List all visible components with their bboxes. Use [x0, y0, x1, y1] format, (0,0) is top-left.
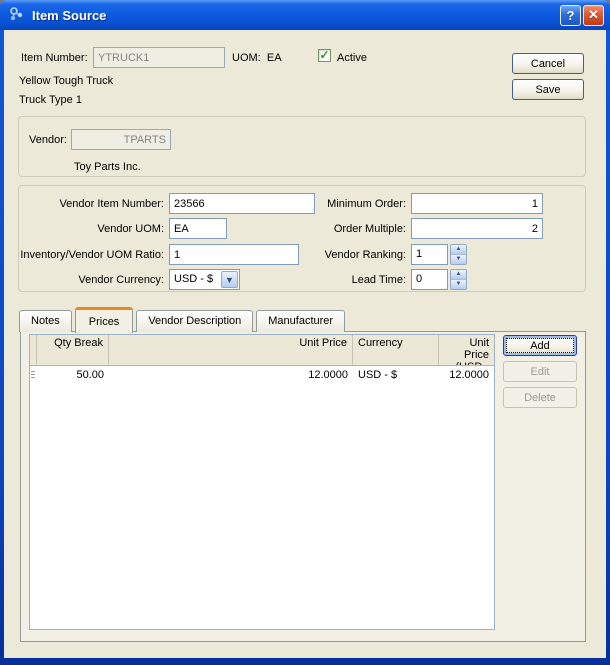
help-icon: ? [566, 7, 575, 23]
vendor-ranking-label: Vendor Ranking: [324, 249, 406, 261]
lead-time-value[interactable]: 0 [411, 269, 448, 290]
order-multiple-field[interactable] [411, 218, 543, 239]
vendor-code-field [71, 129, 171, 150]
spin-down-icon[interactable]: ▼ [451, 254, 466, 264]
delete-button: Delete [503, 387, 577, 408]
app-icon [10, 7, 23, 21]
lead-time-label: Lead Time: [351, 274, 406, 286]
uom-label: UOM: [232, 52, 261, 64]
window-title: Item Source [32, 7, 107, 23]
current-row-marker-icon [31, 371, 35, 380]
item-number-label: Item Number: [21, 52, 88, 64]
item-description-line2: Truck Type 1 [19, 94, 82, 106]
vendor-name-text: Toy Parts Inc. [74, 161, 141, 173]
help-button[interactable]: ? [560, 4, 581, 26]
dialog-body: Item Number: UOM: EA ✓ Active Yellow Tou… [4, 30, 606, 658]
title-bar[interactable]: Item Source ? ✕ [0, 0, 610, 30]
col-currency: Currency [353, 335, 439, 365]
tab-vendor-description[interactable]: Vendor Description [136, 310, 254, 332]
cancel-button[interactable]: Cancel [512, 53, 584, 74]
cell-unit-price-usd: 12.0000 [449, 369, 489, 381]
order-multiple-label: Order Multiple: [333, 223, 406, 235]
vendor-details-groupbox: Vendor Item Number: Minimum Order: Vendo… [18, 185, 586, 292]
checkmark-icon: ✓ [319, 48, 330, 62]
price-table-header: Qty Break Unit Price Currency Unit Price… [30, 335, 494, 366]
vendor-currency-label: Vendor Currency: [78, 274, 164, 286]
col-unit-price-usd-line1: Unit Price [463, 337, 489, 361]
close-button[interactable]: ✕ [583, 4, 604, 26]
item-description-line1: Yellow Tough Truck [19, 75, 114, 87]
vendor-groupbox: Vendor: Toy Parts Inc. [18, 116, 586, 177]
spin-down-icon[interactable]: ▼ [451, 279, 466, 289]
uom-readout: UOM: EA [232, 50, 282, 66]
uom-ratio-label: Inventory/Vendor UOM Ratio: [20, 249, 164, 261]
active-checkbox[interactable]: ✓ [318, 49, 331, 62]
vendor-ranking-value[interactable]: 1 [411, 244, 448, 265]
tab-notes[interactable]: Notes [19, 310, 72, 332]
edit-button: Edit [503, 361, 577, 382]
uom-value: EA [266, 52, 282, 64]
vendor-currency-value: USD - $ [174, 273, 214, 285]
minimum-order-label: Minimum Order: [327, 198, 406, 210]
spin-up-icon[interactable]: ▲ [451, 270, 466, 280]
close-icon: ✕ [588, 7, 599, 22]
vendor-item-number-label: Vendor Item Number: [59, 198, 164, 210]
spin-up-icon[interactable]: ▲ [451, 245, 466, 255]
cell-unit-price: 12.0000 [308, 369, 348, 381]
col-unit-price-usd: Unit Price (USD - $) [439, 335, 494, 365]
row-selector [30, 370, 37, 380]
tab-manufacturer[interactable]: Manufacturer [256, 310, 346, 332]
vendor-ranking-spinner[interactable]: 1 ▲ ▼ [411, 244, 467, 265]
cell-qty-break: 50.00 [76, 369, 104, 381]
vendor-uom-label: Vendor UOM: [97, 223, 164, 235]
col-qty-break: Qty Break [37, 335, 109, 365]
col-unit-price-usd-line2: (USD - $) [444, 361, 489, 365]
col-unit-price: Unit Price [109, 335, 353, 365]
price-table-row[interactable]: 50.00 12.0000 USD - $ 12.0000 [30, 366, 494, 384]
lead-time-spinner[interactable]: 0 ▲ ▼ [411, 269, 467, 290]
item-number-field [93, 47, 225, 68]
detail-tabs: Notes Prices Vendor Description Manufact… [19, 306, 346, 333]
item-source-dialog: Item Source ? ✕ Item Number: UOM: EA ✓ A… [0, 0, 610, 665]
price-table: Qty Break Unit Price Currency Unit Price… [29, 334, 495, 630]
active-label: Active [337, 52, 367, 64]
minimum-order-field[interactable] [411, 193, 543, 214]
tab-prices[interactable]: Prices [74, 307, 134, 333]
cell-currency: USD - $ [358, 369, 398, 381]
add-button[interactable]: Add [503, 335, 577, 356]
save-button[interactable]: Save [512, 79, 584, 100]
row-header-column [30, 335, 37, 365]
vendor-label: Vendor: [29, 134, 67, 146]
